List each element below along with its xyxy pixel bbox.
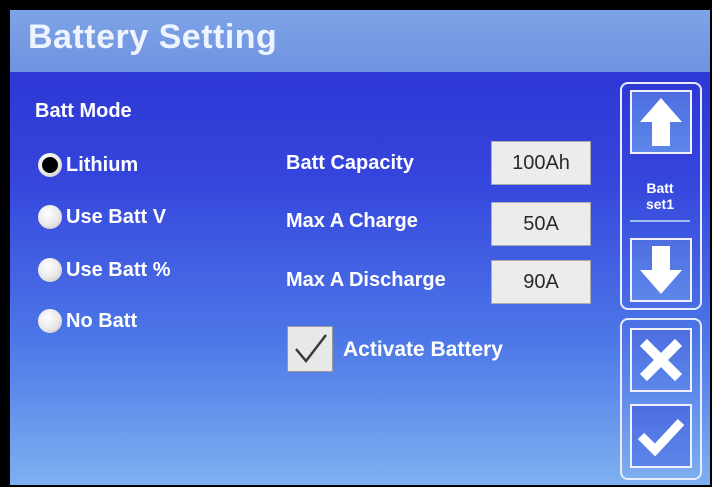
- activate-battery-checkbox[interactable]: [287, 326, 333, 372]
- radio-use-batt-v[interactable]: Use Batt V: [38, 202, 166, 232]
- radio-label-no-batt: No Batt: [66, 309, 138, 332]
- radio-no-batt[interactable]: No Batt: [38, 306, 137, 336]
- radio-button[interactable]: [38, 309, 62, 333]
- batt-set-label: Batt set1: [624, 180, 696, 212]
- radio-label-use-batt-percent: Use Batt %: [66, 258, 171, 281]
- page-title: Battery Setting: [28, 18, 278, 56]
- close-icon: [639, 338, 683, 382]
- cancel-button[interactable]: [630, 328, 692, 392]
- radio-button-selected[interactable]: [38, 153, 62, 177]
- scroll-up-button[interactable]: [630, 90, 692, 154]
- battery-setting-screen: Battery Setting Batt Mode Lithium Use Ba…: [10, 10, 710, 485]
- batt-capacity-field[interactable]: 100Ah: [491, 141, 591, 185]
- batt-set-line2: set1: [645, 196, 675, 212]
- max-charge-label: Max A Charge: [286, 210, 418, 232]
- checkmark-icon: [637, 418, 685, 456]
- max-charge-field[interactable]: 50A: [491, 202, 591, 246]
- max-discharge-label: Max A Discharge: [286, 269, 446, 291]
- confirm-button[interactable]: [630, 404, 692, 468]
- batt-set-line1: Batt: [646, 180, 674, 196]
- activate-battery-label: Activate Battery: [343, 338, 503, 361]
- batt-mode-label: Batt Mode: [35, 100, 132, 122]
- side-divider: [630, 220, 690, 222]
- radio-button[interactable]: [38, 258, 62, 282]
- arrow-up-icon: [640, 98, 682, 146]
- title-bar: Battery Setting: [10, 10, 710, 72]
- batt-capacity-label: Batt Capacity: [286, 152, 414, 174]
- radio-use-batt-percent[interactable]: Use Batt %: [38, 255, 170, 285]
- arrow-down-icon: [640, 246, 682, 294]
- radio-lithium[interactable]: Lithium: [38, 150, 138, 180]
- max-discharge-field[interactable]: 90A: [491, 260, 591, 304]
- radio-label-lithium: Lithium: [66, 153, 139, 176]
- radio-label-use-batt-v: Use Batt V: [66, 205, 167, 228]
- radio-button[interactable]: [38, 205, 62, 229]
- scroll-down-button[interactable]: [630, 238, 692, 302]
- checkmark-icon: [295, 334, 327, 363]
